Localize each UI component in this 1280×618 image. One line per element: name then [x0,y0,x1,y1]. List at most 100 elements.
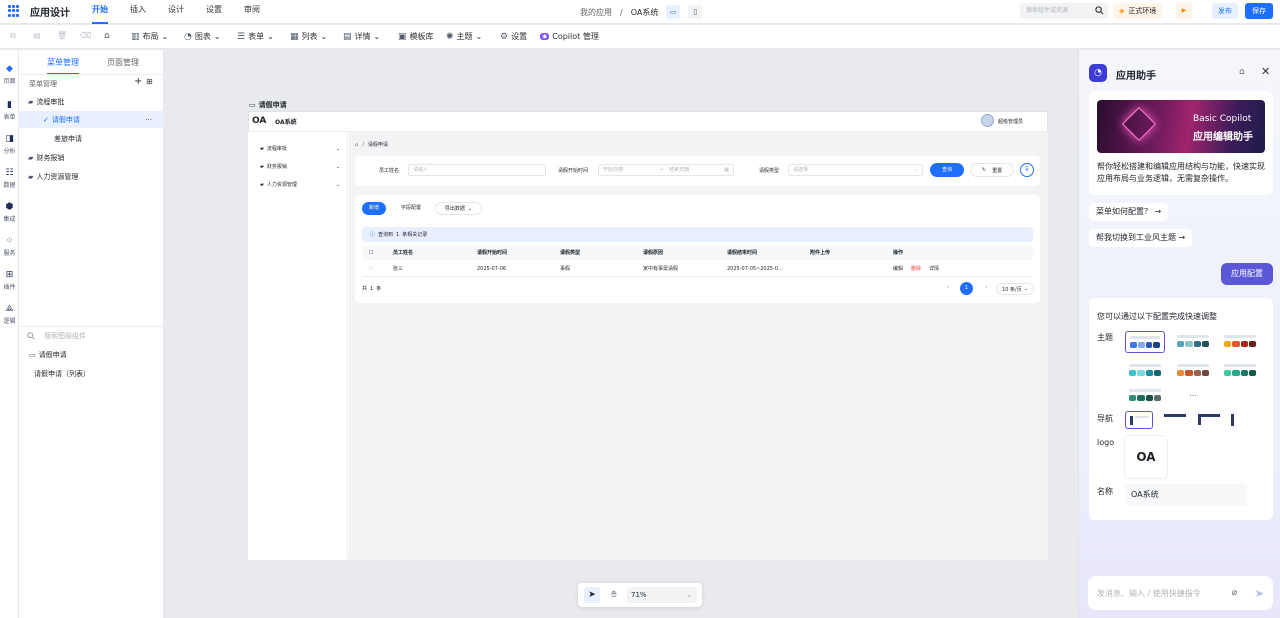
menu-approval[interactable]: ▰ 流程审批 ⌄ [260,145,340,153]
send-icon[interactable]: ➤ [1255,587,1264,600]
theme-swatch-5[interactable] [1173,360,1213,382]
theme-menu[interactable]: ✺ 主题 ⌄ [446,31,482,42]
tab-menu-manage[interactable]: 菜单管理 [47,57,79,75]
preview-play-icon[interactable]: ▶ [1176,3,1192,19]
sidebar-item-finance[interactable]: ▰ 财务报销 [19,149,164,166]
filter-icon[interactable]: ⊽ [1020,163,1034,177]
copilot-manage[interactable]: ◉ Copilot 管理 [540,31,599,42]
detail-menu[interactable]: ▤ 详情 ⌄ [343,31,380,42]
page-size-select[interactable]: 10 条/页 ⌄ [996,283,1034,295]
form-menu[interactable]: ☰ 表单 ⌄ [237,31,274,42]
rail-data[interactable]: ☷ 数据 [0,168,19,189]
app-name-input[interactable]: OA系统 [1125,484,1247,506]
component-icon[interactable]: ⌂ [104,31,110,41]
hand-tool-icon[interactable]: ✋︎ [606,587,622,603]
column-header[interactable]: 请假类型 [560,246,580,260]
rail-plugin[interactable]: ⊞ 插件 [0,270,19,291]
query-button[interactable]: 查询 [930,163,964,177]
list-menu[interactable]: ▦ 列表 ⌄ [290,31,327,42]
detail-link[interactable]: 详情 [929,261,939,277]
column-header[interactable]: 附件上传 [810,246,830,260]
column-header[interactable]: 请假结束时间 [727,246,757,260]
reset-button[interactable]: ↻ 重置 [970,163,1014,177]
menu-finance[interactable]: ▰ 财务报销 ⌄ [260,163,340,171]
next-page-icon[interactable]: › [985,284,987,291]
chart-menu[interactable]: ◔ 图表 ⌄ [184,31,221,42]
tab-page-manage[interactable]: 页面管理 [107,57,139,68]
rail-form[interactable]: ▮ 表单 [0,100,19,121]
layer-item-page[interactable]: ▭ 请假申请 [19,346,164,363]
environment-button[interactable]: ◈ 正式环境 [1113,3,1163,19]
theme-swatch-7[interactable] [1125,385,1165,407]
add-icon[interactable]: + [134,76,142,87]
copy-icon[interactable]: ⧉ [10,31,16,41]
settings-button[interactable]: ⚙ 设置 [500,31,527,42]
rail-page[interactable]: ◆ 页面 [0,64,19,85]
nav-layout-top-side[interactable] [1195,411,1223,429]
tab-insert[interactable]: 插入 [130,0,146,24]
add-button[interactable]: 新增 [362,202,386,215]
eraser-icon[interactable]: ⌫ [80,31,91,40]
menu-hr[interactable]: ▰ 人力资源管理 ⌄ [260,181,340,189]
publish-button[interactable]: 发布 [1212,3,1238,19]
layer-search-input[interactable]: 搜索图层组件 [27,331,86,341]
rail-integration[interactable]: ⬢ 集成 [0,202,19,223]
nav-layout-sidebar[interactable] [1125,411,1153,429]
pointer-tool-icon[interactable]: ➤ [584,587,600,603]
page-number[interactable]: 1 [960,282,973,295]
paste-icon[interactable]: ▤ [33,31,41,40]
mobile-preview-icon[interactable]: ▯ [688,5,703,19]
template-library[interactable]: ▣ 模板库 [398,31,434,42]
breadcrumb-parent[interactable]: 我的应用 [580,7,612,18]
rail-logic[interactable]: ⟁ 逻辑 [0,304,19,325]
leave-type-select[interactable]: 请选择 ⌄ [788,164,923,176]
layout-menu[interactable]: ▥ 布局 ⌄ [131,31,168,42]
zoom-select[interactable]: 71% ⌄ [627,587,697,603]
sidebar-item-travel[interactable]: 差旅申请 [19,130,164,147]
apps-grid-icon[interactable] [8,5,20,17]
tab-design[interactable]: 设计 [168,0,184,24]
delete-icon[interactable]: 🗑︎ [57,31,67,40]
theme-swatch-4[interactable] [1125,360,1165,382]
layer-item-list[interactable]: 请假申请（列表） [19,365,164,382]
chat-input[interactable]: 发消息、输入 / 使用快捷指令 ⌀ ➤ [1088,576,1273,610]
rail-service[interactable]: ⁘ 服务 [0,236,19,257]
logo-preview[interactable]: OA [1125,436,1167,478]
add-folder-icon[interactable]: ⊞ [146,77,153,86]
suggestion-menu-config[interactable]: 菜单如何配置？ → [1089,203,1169,221]
theme-swatch-2[interactable] [1173,331,1213,353]
sidebar-item-approval[interactable]: ▰ 流程审批 [19,93,164,110]
tab-settings[interactable]: 设置 [206,0,222,24]
row-checkbox[interactable]: ☐ [369,261,373,277]
delete-link[interactable]: 删除 [911,261,921,277]
column-header[interactable]: 员工姓名 [393,246,413,260]
close-icon[interactable]: ✕ [1261,65,1270,78]
desktop-preview-icon[interactable]: ▭ [666,5,681,19]
theme-swatch-1[interactable] [1125,331,1165,353]
nav-layout-narrow[interactable] [1228,411,1256,429]
select-all-checkbox[interactable]: ☐ [369,246,373,260]
avatar[interactable] [981,114,994,127]
employee-input[interactable]: 请输入 [408,164,546,176]
field-config-button[interactable]: 字段配置 [392,202,430,215]
nav-layout-top[interactable] [1161,411,1189,429]
theme-swatch-3[interactable] [1220,331,1260,353]
theme-swatch-6[interactable] [1220,360,1260,382]
sidebar-item-hr[interactable]: ▰ 人力资源管理 [19,168,164,185]
rail-analysis[interactable]: ◨ 分析 [0,134,19,155]
tab-review[interactable]: 审阅 [244,0,260,24]
attachment-icon[interactable]: ⌀ [1232,588,1237,598]
export-button[interactable]: 导出数据 ⌄ [435,202,482,215]
tab-start[interactable]: 开始 [92,0,108,24]
date-range-input[interactable]: 开始日期 → 结束日期 ▦ [598,164,734,176]
more-themes-button[interactable]: ... [1173,385,1213,407]
edit-link[interactable]: 编辑 [893,261,903,277]
column-header[interactable]: 请假原因 [643,246,663,260]
history-icon[interactable]: ⌂ [1239,67,1245,77]
save-button[interactable]: 保存 [1245,3,1273,19]
sidebar-item-leave[interactable]: ✓ 请假申请 ··· [19,111,164,128]
search-input[interactable]: 搜索组件或资源 [1020,3,1108,19]
prev-page-icon[interactable]: ‹ [947,284,949,291]
suggestion-industrial-theme[interactable]: 帮我切换到工业风主题 → [1089,229,1193,247]
column-header[interactable]: 请假开始时间 [477,246,507,260]
